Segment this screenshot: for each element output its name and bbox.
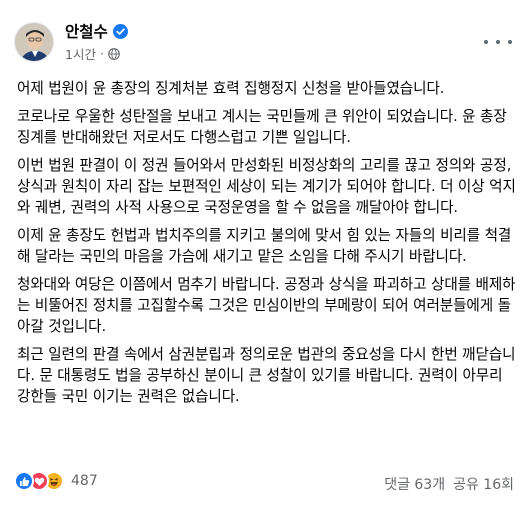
post-paragraph: 청와대와 여당은 이쯤에서 멈추기 바랍니다. 공정과 상식을 파괴하고 상대를…	[17, 276, 516, 335]
verified-badge-icon	[112, 23, 128, 39]
author-name-row: 안철수	[65, 20, 128, 42]
avatar-image	[15, 23, 53, 61]
post-time[interactable]: 1시간	[65, 44, 96, 63]
post-paragraph: 이제 윤 총장도 헌법과 법치주의를 지키고 불의에 맞서 힘 있는 자들의 비…	[17, 227, 512, 265]
like-icon	[14, 471, 34, 491]
reaction-count[interactable]: 487	[71, 473, 98, 489]
shares-count[interactable]: 공유 16회	[453, 474, 514, 494]
post-meta: 1시간 ·	[65, 44, 120, 63]
more-dot	[508, 40, 512, 44]
author-avatar[interactable]	[14, 22, 54, 62]
engagement-stats: 댓글 63개 공유 16회	[376, 474, 514, 494]
post-footer: 487 댓글 63개 공유 16회	[14, 470, 514, 494]
post-body: 어제 법원이 윤 총장의 징계처분 효력 집행정지 신청을 받아들였습니다. 코…	[17, 78, 517, 414]
more-dot	[484, 40, 488, 44]
more-options-icon[interactable]	[484, 34, 512, 50]
comments-count[interactable]: 댓글 63개	[384, 474, 445, 494]
post-paragraph: 어제 법원이 윤 총장의 징계처분 효력 집행정지 신청을 받아들였습니다.	[17, 80, 445, 97]
author-name[interactable]: 안철수	[65, 20, 108, 42]
meta-separator: ·	[99, 46, 104, 61]
post-paragraph: 이번 법원 판결이 이 정권 들어와서 만성화된 비정상화의 고리를 끊고 정의…	[17, 157, 516, 216]
reaction-summary[interactable]: 487	[14, 471, 98, 491]
globe-icon[interactable]	[108, 47, 120, 60]
more-dot	[496, 40, 500, 44]
post-paragraph: 코로나로 우울한 성탄절을 보내고 계시는 국민들께 큰 위안이 되었습니다. …	[17, 108, 507, 146]
post-header: 안철수 1시간 ·	[0, 0, 530, 74]
post-paragraph: 최근 일련의 판결 속에서 삼권분립과 정의로운 법관의 중요성을 다시 한번 …	[17, 346, 516, 405]
